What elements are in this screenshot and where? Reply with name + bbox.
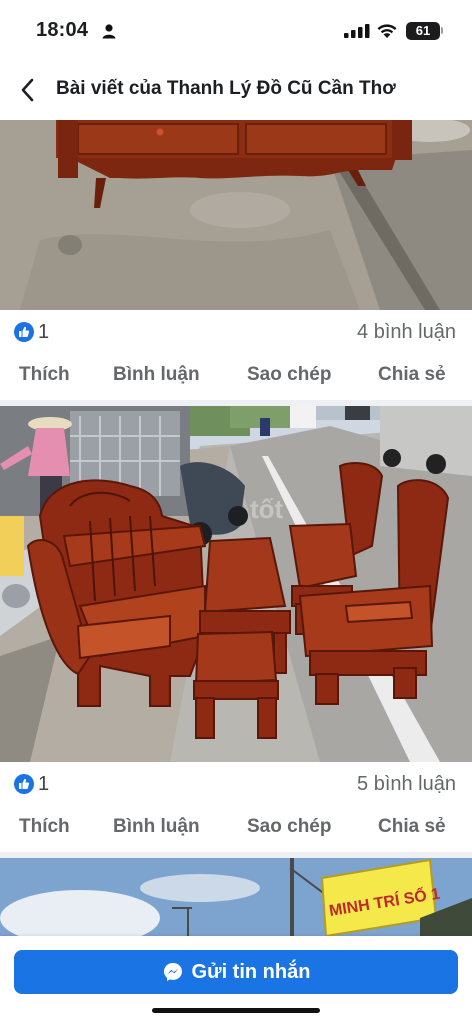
like-button[interactable]: Thích [19, 816, 70, 838]
post-photo-2[interactable]: tốt [0, 406, 472, 762]
share-button[interactable]: Chia sẻ [378, 364, 446, 386]
wifi-icon [377, 24, 397, 38]
chevron-left-icon[interactable] [16, 76, 40, 104]
send-message-label: Gửi tin nhắn [191, 960, 311, 983]
bottom-action-bar: Gửi tin nhắn [0, 936, 472, 1024]
thumbs-up-icon [14, 774, 34, 794]
like-count: 1 [38, 321, 50, 343]
comment-count[interactable]: 5 bình luận [357, 773, 456, 796]
person-icon [102, 24, 116, 39]
copy-button[interactable]: Sao chép [247, 364, 331, 386]
send-message-button[interactable]: Gửi tin nhắn [14, 950, 458, 994]
watermark-icon: tốt [250, 494, 284, 524]
post-photo-3[interactable]: MINH TRÍ SỐ 1 [0, 858, 472, 936]
reaction-row-1: 1 4 bình luận [0, 310, 472, 354]
comment-button[interactable]: Bình luận [113, 816, 200, 838]
battery-indicator: 61 [406, 22, 440, 40]
messenger-icon [163, 963, 182, 981]
action-row-1: Thích Bình luận Sao chép Chia sẻ [0, 354, 472, 400]
share-button[interactable]: Chia sẻ [378, 816, 446, 838]
action-row-2: Thích Bình luận Sao chép Chia sẻ [0, 806, 472, 852]
like-count: 1 [38, 773, 50, 795]
cellular-signal-icon [344, 24, 370, 38]
comment-button[interactable]: Bình luận [113, 364, 200, 386]
sofa-set-photo-image: tốt [0, 406, 472, 762]
page-title: Bài viết của Thanh Lý Đồ Cũ Cần Thơ [56, 78, 396, 99]
like-button[interactable]: Thích [19, 364, 70, 386]
battery-cap [441, 27, 443, 34]
page-header: Bài viết của Thanh Lý Đồ Cũ Cần Thơ [0, 62, 472, 118]
status-bar: 18:04 61 [0, 0, 472, 62]
cabinet-photo-image [0, 120, 472, 310]
shop-sign-photo-image: MINH TRÍ SỐ 1 [0, 858, 472, 936]
post-photo-1[interactable] [0, 120, 472, 310]
status-time: 18:04 [36, 19, 89, 41]
reaction-row-2: 1 5 bình luận [0, 762, 472, 806]
thumbs-up-icon [14, 322, 34, 342]
copy-button[interactable]: Sao chép [247, 816, 331, 838]
comment-count[interactable]: 4 bình luận [357, 321, 456, 344]
home-indicator [152, 1008, 320, 1013]
